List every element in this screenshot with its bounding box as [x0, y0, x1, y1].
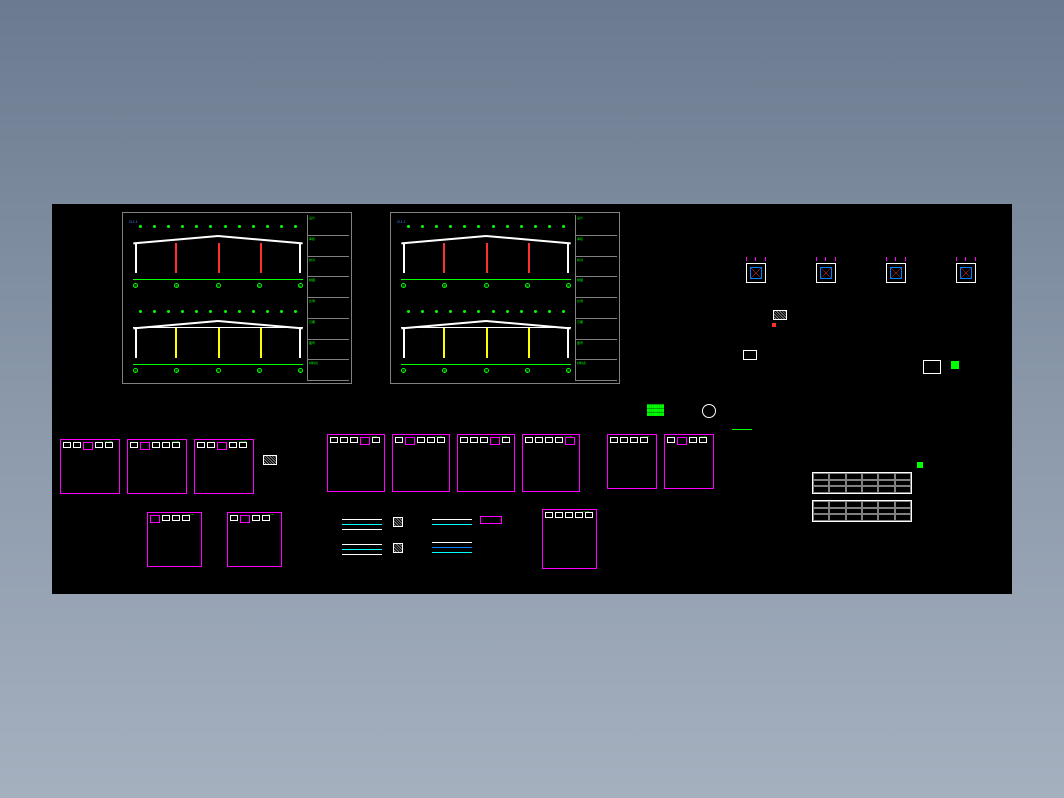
section-circle — [702, 404, 716, 418]
foundation-j4 — [952, 259, 980, 287]
title-block-2: 设计 审核 校对 制图 比例 日期 图号 材料表 — [575, 215, 617, 381]
cad-drawing-sheet: GJ-1 ABCDE — [52, 204, 1012, 594]
detail-standalone-1 — [262, 454, 297, 467]
lower-truss: ABCDE — [133, 308, 303, 373]
portal-frame-drawing-1: GJ-1 ABCDE — [122, 212, 352, 384]
plate-detail-group — [342, 514, 442, 569]
connection-detail-5: 节点详图 — [392, 434, 450, 492]
portal-frame-drawing-2: GJ-1 ABCDE — [390, 212, 620, 384]
bottom-detail-2: 节点详图 — [227, 512, 282, 567]
foundation-j2 — [812, 259, 840, 287]
connection-detail-3: 节点详图 — [194, 439, 254, 494]
connection-detail-4: 节点详图 — [327, 434, 385, 492]
bottom-detail-3: 节点详图 — [542, 509, 597, 569]
connection-detail-6: 节点详图 — [457, 434, 515, 492]
connection-detail-9: 节点详图 — [664, 434, 714, 489]
anchor-detail-1 — [772, 309, 812, 339]
anchor-detail-2 — [742, 349, 772, 369]
anchor-detail-3 — [922, 359, 947, 384]
connection-detail-7: 节点详图 — [522, 434, 580, 492]
upper-truss-2: ABCDE — [401, 223, 571, 288]
foundation-j1 — [742, 259, 770, 287]
plate-detail-group-2 — [432, 514, 522, 569]
upper-truss: ABCDE — [133, 223, 303, 288]
connection-detail-2: 节点详图 — [127, 439, 187, 494]
schedule-table-2 — [812, 500, 912, 522]
lower-truss-2: ABCDE — [401, 308, 571, 373]
notes-block: ████████████████████████ — [647, 404, 697, 416]
title-block: 设计 审核 校对 制图 比例 日期 图号 材料表 — [307, 215, 349, 381]
bottom-detail-1: 节点详图 — [147, 512, 202, 567]
schedule-table-1 — [812, 472, 912, 494]
connection-detail-1: 节点详图 — [60, 439, 120, 494]
connection-detail-8: 节点详图 — [607, 434, 657, 489]
section-mark — [732, 429, 752, 437]
schedule-mark — [917, 462, 923, 468]
foundation-j3 — [882, 259, 910, 287]
